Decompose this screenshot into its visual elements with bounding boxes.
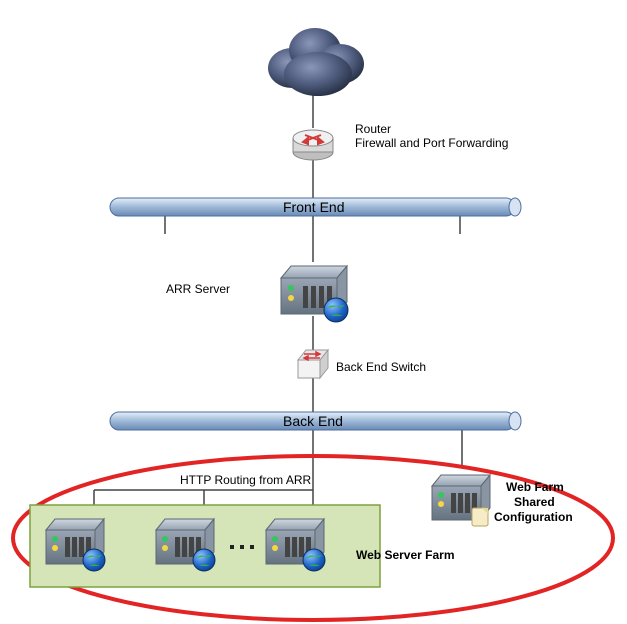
router-label-1: Router [355,122,391,137]
back-end-switch-icon [298,350,328,378]
front-end-label: Front End [283,199,344,217]
webfarm-shared-label-3: Configuration [494,510,573,525]
ellipsis-dots [230,545,254,549]
web-server-2 [156,519,215,571]
router-icon [293,130,333,160]
back-end-label: Back End [283,413,343,431]
back-end-switch-label: Back End Switch [336,360,426,375]
arr-server-label: ARR Server [166,282,230,297]
arr-server-icon [281,266,348,322]
shared-config-server-icon [432,475,490,526]
connectors [94,90,462,510]
http-routing-label: HTTP Routing from ARR [180,473,311,488]
router-label-2: Firewall and Port Forwarding [355,136,508,151]
web-server-3 [266,519,325,571]
web-server-1 [46,519,105,571]
webfarm-shared-label-2: Shared [514,495,555,510]
diagram-canvas [0,0,627,624]
web-server-farm-label: Web Server Farm [356,548,455,563]
internet-cloud [268,28,364,96]
webfarm-shared-label-1: Web Farm [506,480,564,495]
